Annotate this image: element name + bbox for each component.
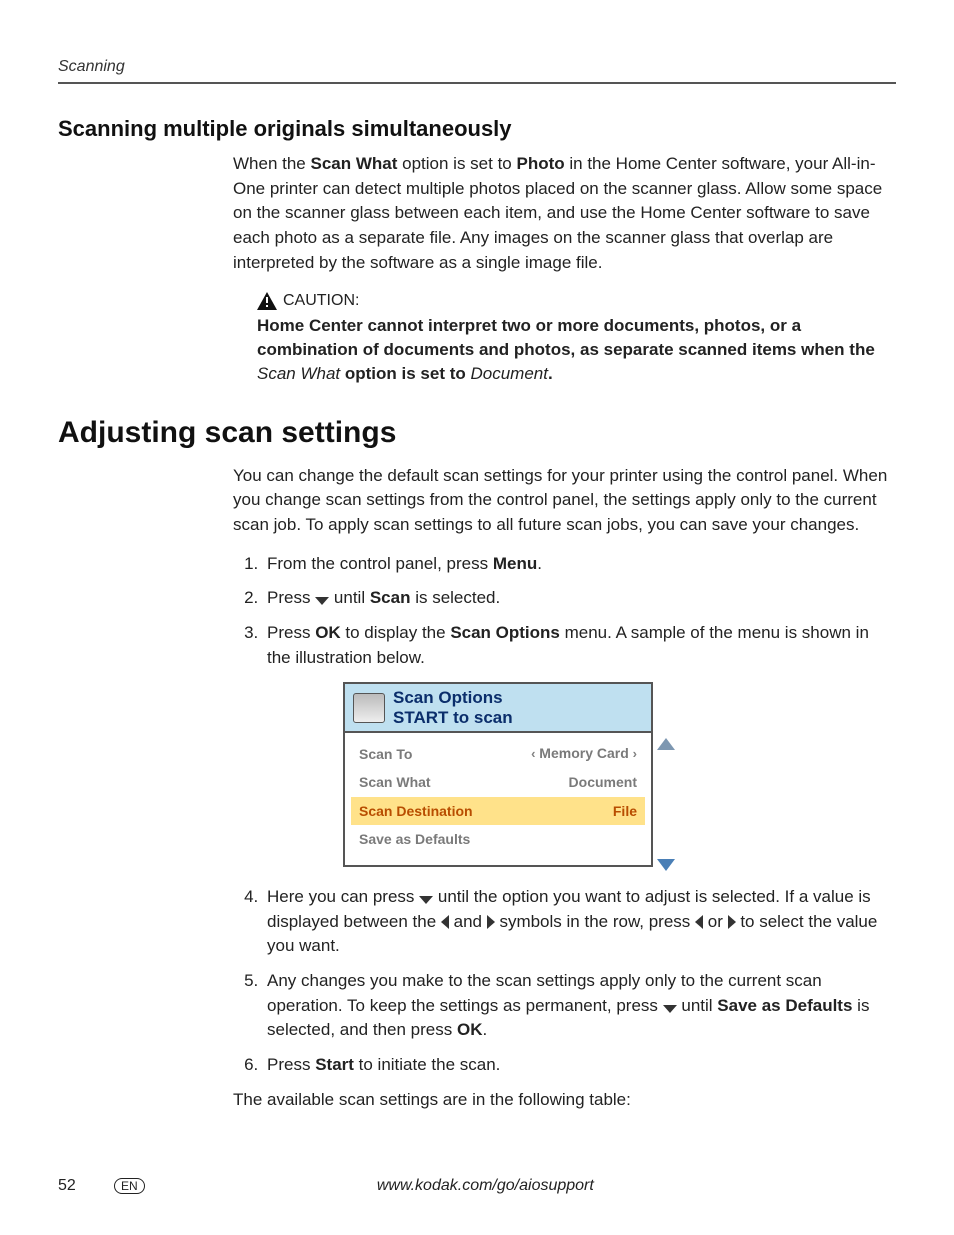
bold-term: Scan Options <box>450 623 560 642</box>
ordered-steps: From the control panel, press Menu. Pres… <box>233 552 896 671</box>
step-item: Press OK to display the Scan Options men… <box>263 621 896 670</box>
paragraph: The available scan settings are in the f… <box>233 1088 896 1113</box>
lcd-illustration: Scan Options START to scan Scan To ‹ Mem… <box>343 682 653 867</box>
text: option is set to <box>397 154 516 173</box>
text: symbols in the row, press <box>495 912 695 931</box>
caution-label: CAUTION: <box>283 289 359 312</box>
text: until <box>329 588 370 607</box>
bold-term: OK <box>315 623 341 642</box>
lcd-title-2: START to scan <box>393 708 513 728</box>
lcd-title-1: Scan Options <box>393 688 513 708</box>
step-item: Any changes you make to the scan setting… <box>263 969 896 1043</box>
text: Press <box>267 1055 315 1074</box>
caution-block: CAUTION: Home Center cannot interpret tw… <box>257 289 896 386</box>
arrow-down-icon <box>419 896 433 904</box>
bold-text: . <box>548 364 553 383</box>
lcd-row-label: Scan What <box>359 772 431 792</box>
arrow-right-icon <box>728 915 736 929</box>
bold-term: OK <box>457 1020 483 1039</box>
text: and <box>449 912 487 931</box>
arrow-down-icon <box>663 1005 677 1013</box>
bold-term: Start <box>315 1055 354 1074</box>
lcd-row-value: Document <box>569 772 637 792</box>
text: Press <box>267 588 315 607</box>
support-url: www.kodak.com/go/aiosupport <box>75 1177 896 1195</box>
section-heading: Scanning multiple originals simultaneous… <box>58 116 896 142</box>
text: is selected. <box>410 588 500 607</box>
lcd-row-label: Scan To <box>359 744 412 764</box>
page-footer: 52 EN www.kodak.com/go/aiosupport <box>58 1177 896 1195</box>
lcd-screen: Scan Options START to scan Scan To ‹ Mem… <box>343 682 653 867</box>
document-page: Scanning Scanning multiple originals sim… <box>0 0 954 1235</box>
body-column-2: You can change the default scan settings… <box>233 464 896 1112</box>
triangle-down-icon <box>657 859 675 871</box>
step-item: From the control panel, press Menu. <box>263 552 896 577</box>
lcd-row: Scan What Document <box>351 768 645 796</box>
caution-header: CAUTION: <box>257 289 896 312</box>
paragraph: You can change the default scan settings… <box>233 464 896 538</box>
bold-text: option is set to <box>340 364 470 383</box>
arrow-left-icon <box>695 915 703 929</box>
chevron-right-icon: › <box>633 746 637 761</box>
text: Here you can press <box>267 887 419 906</box>
running-head: Scanning <box>58 58 896 84</box>
lcd-row: Save as Defaults <box>351 825 645 853</box>
ordered-steps-continued: Here you can press until the option you … <box>233 885 896 1077</box>
text: to display the <box>341 623 451 642</box>
body-column-1: When the Scan What option is set to Phot… <box>233 152 896 386</box>
lcd-titles: Scan Options START to scan <box>393 688 513 727</box>
step-item: Here you can press until the option you … <box>263 885 896 959</box>
lcd-row-value: File <box>613 801 637 821</box>
bold-text: Home Center cannot interpret two or more… <box>257 316 875 359</box>
text: . <box>537 554 542 573</box>
bold-term: Photo <box>516 154 564 173</box>
text: Press <box>267 623 315 642</box>
bold-term: Save as Defaults <box>717 996 852 1015</box>
text: . <box>482 1020 487 1039</box>
text: until <box>677 996 718 1015</box>
paragraph: When the Scan What option is set to Phot… <box>233 152 896 275</box>
triangle-up-icon <box>657 738 675 750</box>
warning-icon <box>257 292 277 310</box>
bold-term: Scan <box>370 588 411 607</box>
bold-term: Scan What <box>311 154 398 173</box>
text: to initiate the scan. <box>354 1055 500 1074</box>
chevron-left-icon: ‹ <box>531 746 535 761</box>
page-heading: Adjusting scan settings <box>58 416 896 450</box>
italic-term: Scan What <box>257 364 340 383</box>
caution-text: Home Center cannot interpret two or more… <box>257 314 896 385</box>
text: When the <box>233 154 311 173</box>
lcd-row-label: Scan Destination <box>359 801 473 821</box>
lcd-row: Scan To ‹ Memory Card › <box>351 739 645 768</box>
arrow-right-icon <box>487 915 495 929</box>
arrow-left-icon <box>441 915 449 929</box>
bold-term: Menu <box>493 554 537 573</box>
lcd-header: Scan Options START to scan <box>345 684 651 733</box>
thumbnail-icon <box>353 693 385 723</box>
lcd-row-selected: Scan Destination File <box>351 797 645 825</box>
step-item: Press Start to initiate the scan. <box>263 1053 896 1078</box>
text: or <box>703 912 728 931</box>
lcd-scroll-indicators <box>657 738 675 871</box>
arrow-down-icon <box>315 597 329 605</box>
lcd-row-value: ‹ Memory Card › <box>531 743 637 764</box>
lcd-row-label: Save as Defaults <box>359 829 470 849</box>
step-item: Press until Scan is selected. <box>263 586 896 611</box>
italic-term: Document <box>471 364 548 383</box>
lcd-body: Scan To ‹ Memory Card › Scan What Docume… <box>345 733 651 865</box>
text: From the control panel, press <box>267 554 493 573</box>
